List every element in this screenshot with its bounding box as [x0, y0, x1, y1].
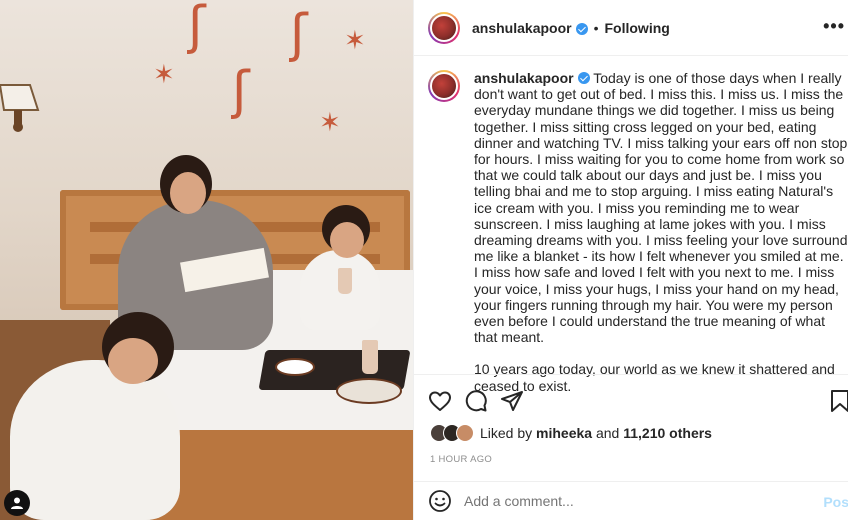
starfish-decor-3: ✶	[319, 108, 341, 138]
comment-input[interactable]	[464, 493, 794, 509]
save-bookmark-icon[interactable]	[830, 389, 848, 413]
author-username[interactable]: anshulakapoor	[472, 20, 572, 36]
wall-lamp	[0, 55, 50, 135]
girl-glass	[338, 268, 352, 294]
like-heart-icon[interactable]	[428, 389, 452, 413]
starfish-decor-1: ✶	[153, 60, 175, 90]
author-avatar[interactable]	[428, 11, 460, 44]
plate-2	[336, 378, 402, 404]
seahorse-decor-2: ʃ	[290, 4, 308, 64]
post-sidebar: anshulakapoor • Following ••• anshulakap…	[413, 0, 848, 520]
comment-bar: Pos	[414, 481, 848, 520]
action-bar	[414, 374, 848, 422]
emoji-smiley-icon[interactable]	[428, 489, 452, 513]
separator-dot: •	[593, 19, 599, 36]
seahorse-decor-1: ʃ	[188, 0, 206, 56]
seahorse-decor-3: ʃ	[232, 61, 250, 121]
post-photo[interactable]: ʃ ʃ ʃ ✶ ✶ ✶	[0, 0, 413, 520]
bed-frame	[150, 430, 413, 520]
boy-figure	[10, 360, 180, 520]
milk-glass	[362, 340, 378, 374]
caption-username[interactable]: anshulakapoor	[474, 70, 574, 86]
post-header: anshulakapoor • Following •••	[414, 0, 848, 56]
boy-face	[108, 338, 158, 384]
caption-text: anshulakapoor Today is one of those days…	[474, 70, 848, 394]
comment-bubble-icon[interactable]	[464, 389, 488, 413]
share-send-icon[interactable]	[500, 389, 524, 413]
caption: anshulakapoor Today is one of those days…	[428, 70, 848, 394]
liked-by-joiner: and	[595, 425, 620, 441]
girl-face	[330, 222, 364, 258]
caption-author-avatar[interactable]	[428, 70, 460, 102]
liked-by-others[interactable]: 11,210 others	[623, 425, 712, 441]
plate-1	[275, 358, 315, 376]
tagged-user-icon[interactable]	[4, 490, 30, 516]
caption-paragraph-1: Today is one of those days when I really…	[474, 70, 848, 346]
likes-row: Liked by miheeka and 11,210 others	[430, 424, 712, 442]
verified-badge-icon	[575, 22, 588, 35]
woman-face	[170, 172, 206, 214]
more-horizontal-icon[interactable]: •••	[823, 16, 845, 37]
starfish-decor-2: ✶	[344, 26, 366, 56]
post-comment-button[interactable]: Pos	[823, 494, 848, 510]
caption-verified-badge-icon	[577, 72, 590, 84]
post-timestamp[interactable]: 1 HOUR AGO	[430, 454, 492, 465]
liked-by-user[interactable]: miheeka	[536, 425, 592, 441]
liker-avatars[interactable]	[430, 424, 476, 442]
liked-by-prefix: Liked by	[480, 425, 533, 441]
following-button[interactable]: Following	[605, 20, 670, 36]
